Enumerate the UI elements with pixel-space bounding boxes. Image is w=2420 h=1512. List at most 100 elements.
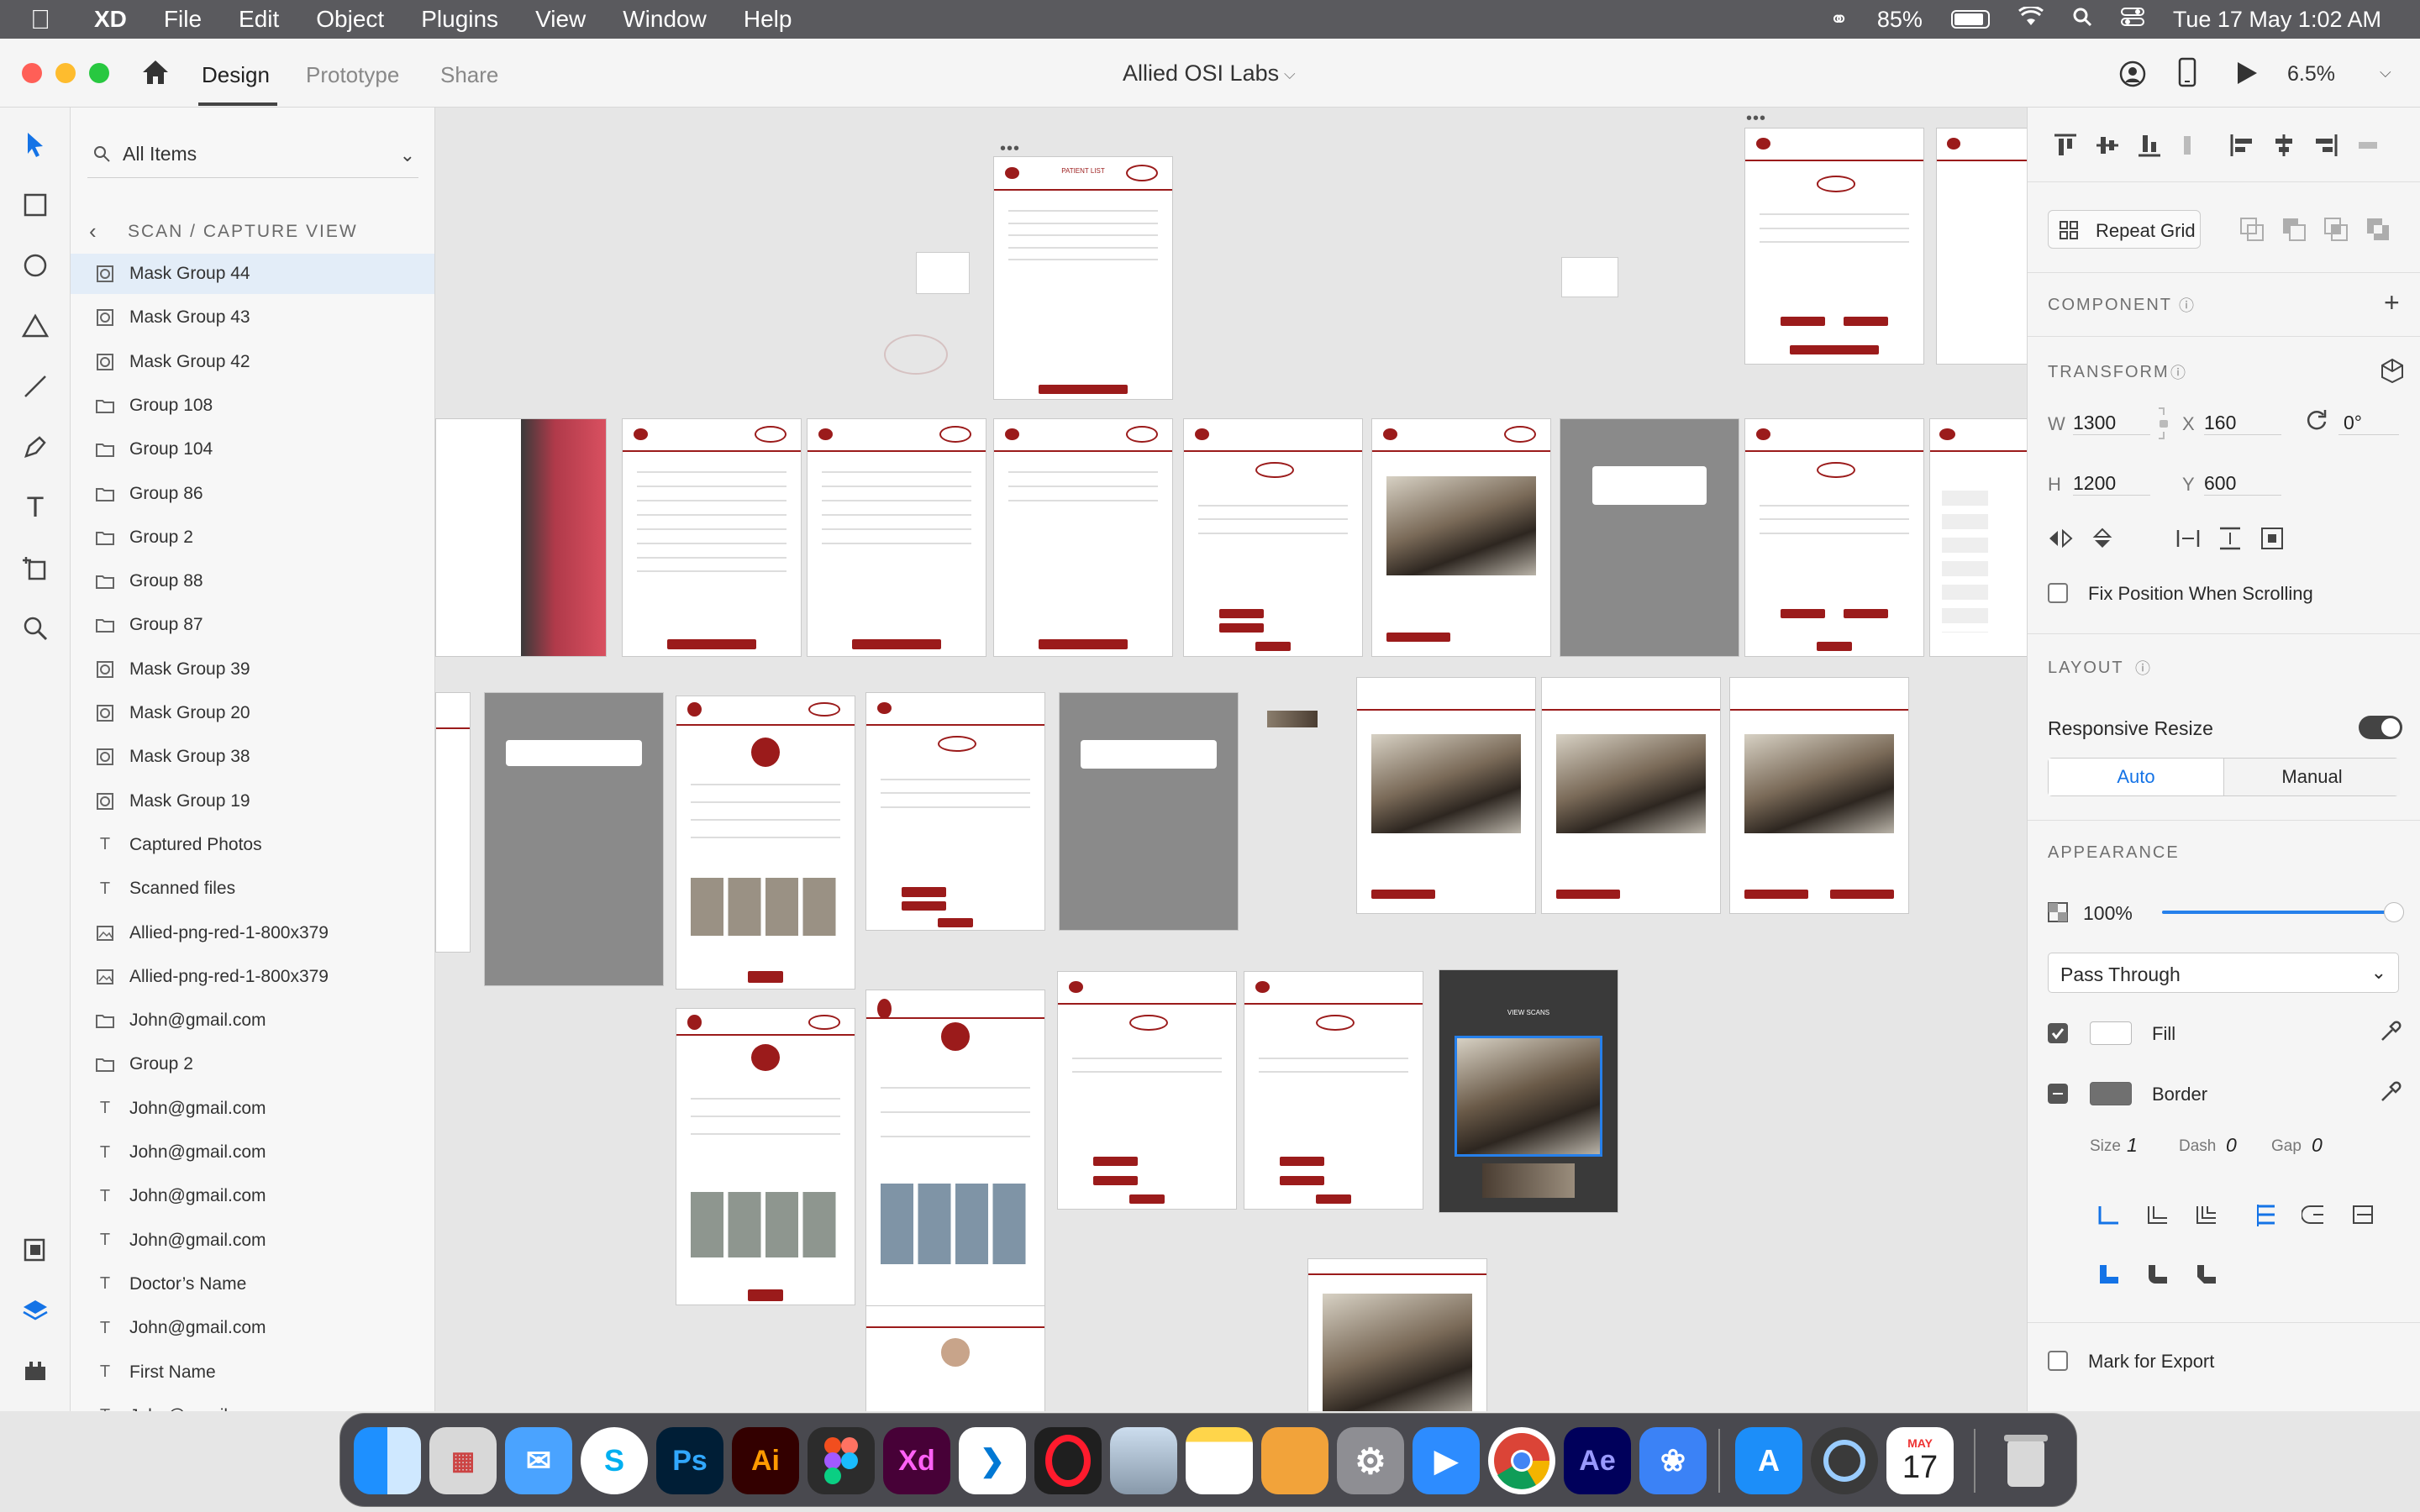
border-size-field[interactable]: 1	[2127, 1134, 2138, 1157]
artboard-view-scans[interactable]: VIEW SCANS	[1439, 969, 1618, 1213]
calendar-icon[interactable]: MAY 17	[1886, 1427, 1954, 1494]
mail-icon[interactable]: ✉	[505, 1427, 572, 1494]
layers-panel-icon[interactable]	[18, 1294, 52, 1327]
align-left-icon[interactable]	[2229, 133, 2254, 162]
artboard-add-patient[interactable]	[1183, 418, 1363, 657]
menu-help[interactable]: Help	[744, 6, 792, 33]
plugins-panel-icon[interactable]	[18, 1354, 52, 1388]
boolean-add-icon[interactable]	[2239, 217, 2265, 246]
artboard-add-patient-2[interactable]	[1744, 418, 1924, 657]
layer-item-group-88[interactable]: Group 88	[71, 561, 434, 601]
system-preferences-icon[interactable]: ⚙	[1337, 1427, 1404, 1494]
layer-item-doctor-s-name[interactable]: T Doctor’s Name	[71, 1264, 434, 1305]
layer-item-mask-group-39[interactable]: Mask Group 39	[71, 649, 434, 690]
flip-horizontal-icon[interactable]	[2048, 528, 2073, 554]
figma-icon[interactable]	[808, 1427, 875, 1494]
info-icon[interactable]: ⓘ	[2135, 657, 2150, 679]
responsive-resize-toggle[interactable]	[2359, 716, 2402, 739]
preview-icon[interactable]	[1110, 1427, 1177, 1494]
eyedropper-icon[interactable]	[2379, 1080, 2402, 1108]
layer-item-john-gmail-com[interactable]: T John@gmail.com	[71, 1132, 434, 1173]
artboard-scan-foot[interactable]	[1371, 418, 1551, 657]
clock-datetime[interactable]: Tue 17 May 1:02 AM	[2173, 7, 2381, 33]
artboard-select-product[interactable]	[1929, 418, 2027, 657]
menu-plugins[interactable]: Plugins	[421, 6, 498, 33]
cap-round-icon[interactable]	[2145, 1203, 2170, 1232]
artboard-profile[interactable]	[676, 696, 855, 990]
assets-panel-icon[interactable]	[18, 1233, 52, 1267]
quicktime-icon[interactable]	[1811, 1427, 1878, 1494]
align-center-icon[interactable]	[2271, 133, 2296, 162]
artboard-remove-dialog[interactable]	[1059, 692, 1239, 931]
menu-app-name[interactable]: XD	[94, 6, 127, 33]
dropdown-menu-floating[interactable]	[916, 252, 970, 294]
resize-auto-button[interactable]: Auto	[2049, 759, 2224, 795]
artboard-scan-foot-2[interactable]	[1356, 677, 1536, 914]
zoom-app-icon[interactable]: ▶	[1413, 1427, 1480, 1494]
mark-for-export-checkbox[interactable]	[2048, 1351, 2068, 1371]
zoom-level[interactable]: 6.5%	[2287, 62, 2335, 87]
artboard-patient-list-3[interactable]	[807, 418, 986, 657]
spotlight-search-icon[interactable]	[2072, 7, 2092, 33]
join-bevel-icon[interactable]	[2194, 1262, 2219, 1291]
resize-manual-button[interactable]: Manual	[2224, 759, 2400, 795]
text-tool-icon[interactable]: T	[18, 491, 52, 524]
layer-item-mask-group-42[interactable]: Mask Group 42	[71, 342, 434, 382]
vscode-icon[interactable]: ❯	[959, 1427, 1026, 1494]
thumbnail-strip[interactable]	[1267, 711, 1318, 727]
join-miter-icon[interactable]	[2096, 1262, 2122, 1291]
layer-item-captured-photos[interactable]: T Captured Photos	[71, 825, 434, 865]
creative-cloud-icon[interactable]: ⚭	[1829, 7, 1849, 33]
fill-checkbox[interactable]	[2048, 1023, 2068, 1043]
artboard-patient-list-2[interactable]	[622, 418, 802, 657]
allied-logo-floating[interactable]	[884, 334, 948, 375]
zoom-tool-icon[interactable]	[18, 612, 52, 645]
align-inside-icon[interactable]	[2253, 1203, 2278, 1232]
opera-icon[interactable]	[1034, 1427, 1102, 1494]
layer-item-mask-group-38[interactable]: Mask Group 38	[71, 737, 434, 777]
layer-breadcrumb[interactable]: SCAN / CAPTURE VIEW	[128, 222, 358, 242]
layer-item-john-gmail-com[interactable]: T John@gmail.com	[71, 1176, 434, 1216]
artboard-new-record-dialog[interactable]	[1560, 418, 1739, 657]
border-color-swatch[interactable]	[2090, 1082, 2132, 1105]
feather-icon[interactable]: ❀	[1639, 1427, 1707, 1494]
home-icon[interactable]	[141, 59, 170, 90]
align-top-icon[interactable]	[2053, 133, 2078, 162]
height-field[interactable]: 1200	[2073, 465, 2150, 496]
menu-object[interactable]: Object	[316, 6, 384, 33]
mobile-preview-icon[interactable]	[2178, 57, 2196, 92]
apple-icon[interactable]: 	[30, 4, 50, 35]
align-bottom-icon[interactable]	[2137, 133, 2162, 162]
layer-item-allied-png-red-1-800x379[interactable]: Allied-png-red-1-800x379	[71, 957, 434, 997]
align-outside-icon[interactable]	[2350, 1203, 2375, 1232]
artboard-profile-4[interactable]	[865, 1305, 1045, 1411]
artboard-profile-2[interactable]	[676, 1008, 855, 1305]
artboard-patient-list[interactable]: PATIENT LIST	[993, 156, 1173, 400]
layer-item-group-86[interactable]: Group 86	[71, 474, 434, 514]
border-dash-field[interactable]: 0	[2226, 1134, 2237, 1157]
pen-tool-icon[interactable]	[18, 430, 52, 464]
layer-item-group-2[interactable]: Group 2	[71, 517, 434, 558]
lock-aspect-icon[interactable]	[2155, 407, 2172, 444]
layer-item-allied-png-red-1-800x379[interactable]: Allied-png-red-1-800x379	[71, 913, 434, 953]
design-canvas[interactable]: ••• PATIENT LIST ••• VIEW SCANS	[435, 108, 2027, 1411]
border-gap-field[interactable]: 0	[2312, 1134, 2323, 1157]
pasta-icon[interactable]	[1261, 1427, 1328, 1494]
after-effects-icon[interactable]: Ae	[1564, 1427, 1631, 1494]
layer-item-john-gmail-com[interactable]: T John@gmail.com	[71, 1221, 434, 1261]
polygon-tool-icon[interactable]	[18, 309, 52, 343]
chrome-icon[interactable]	[1488, 1427, 1555, 1494]
layer-item-group-104[interactable]: Group 104	[71, 429, 434, 470]
artboard-tool-icon[interactable]	[18, 551, 52, 585]
illustrator-icon[interactable]: Ai	[732, 1427, 799, 1494]
adobe-xd-icon[interactable]: Xd	[883, 1427, 950, 1494]
select-tool-icon[interactable]	[18, 128, 52, 161]
tab-prototype[interactable]: Prototype	[306, 62, 399, 88]
cap-butt-icon[interactable]	[2096, 1203, 2122, 1232]
layer-item-john-gmail-com[interactable]: T John@gmail.com	[71, 1089, 434, 1129]
width-field[interactable]: 1300	[2073, 405, 2150, 435]
align-center-stroke-icon[interactable]	[2301, 1203, 2327, 1232]
x-field[interactable]: 160	[2204, 405, 2281, 435]
distribute-spacing-v-icon[interactable]	[2217, 526, 2243, 555]
fix-position-checkbox[interactable]	[2048, 583, 2068, 603]
